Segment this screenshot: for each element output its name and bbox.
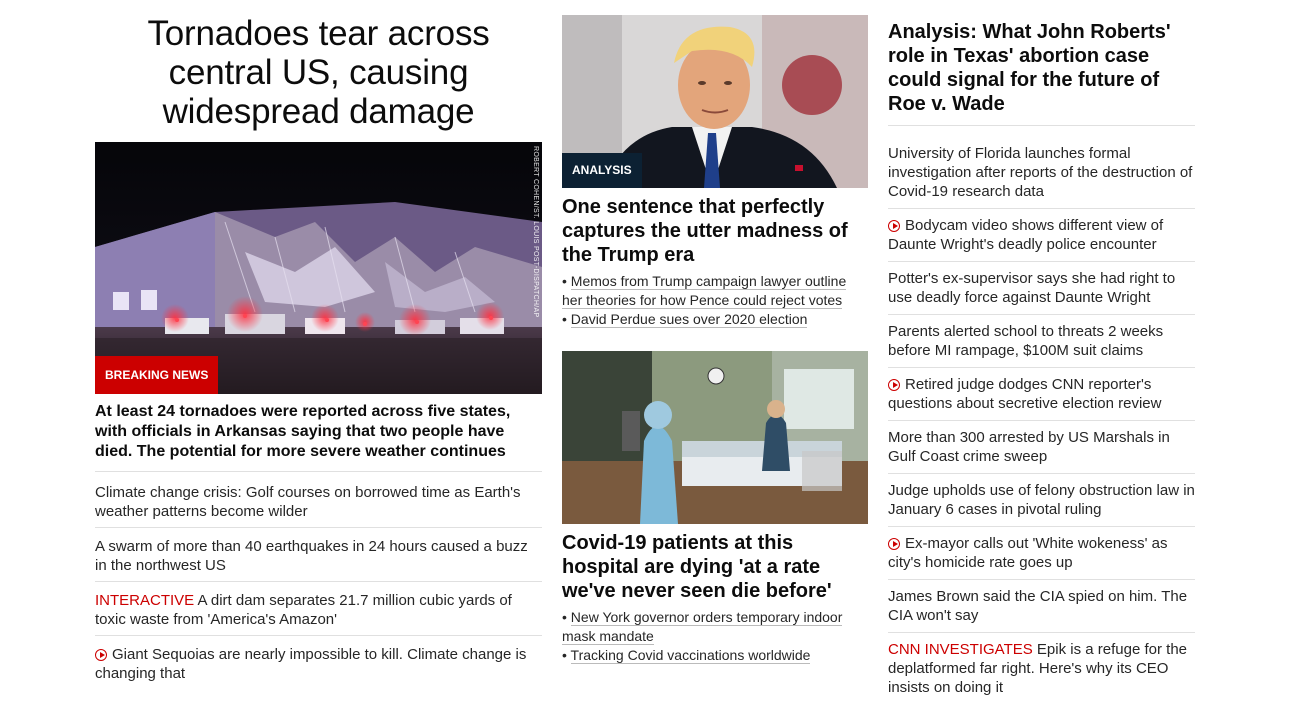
item-text: Potter's ex-supervisor says she had righ… (888, 270, 1176, 306)
trump-photo[interactable]: ANALYSIS (562, 15, 868, 188)
item-text: Giant Sequoias are nearly impossible to … (95, 646, 527, 682)
item-text: Retired judge dodges CNN reporter's ques… (888, 376, 1162, 412)
analysis-badge: ANALYSIS (562, 153, 642, 188)
covid-related-list: • New York governor orders temporary ind… (562, 608, 868, 665)
list-item[interactable]: Climate change crisis: Golf courses on b… (95, 474, 542, 528)
headlines-column: Analysis: What John Roberts' role in Tex… (888, 20, 1195, 696)
item-text: Ex-mayor calls out 'White wokeness' as c… (888, 535, 1168, 571)
list-item[interactable]: INTERACTIVE A dirt dam separates 21.7 mi… (95, 582, 542, 636)
item-text: James Brown said the CIA spied on him. T… (888, 588, 1188, 624)
item-text: New York governor orders temporary indoo… (562, 609, 843, 645)
lead-headline[interactable]: Tornadoes tear across central US, causin… (95, 14, 542, 131)
item-text: Parents alerted school to threats 2 week… (888, 323, 1164, 359)
hospital-room-image (562, 351, 868, 524)
list-item[interactable]: Judge upholds use of felony obstruction … (888, 474, 1195, 527)
item-text: Memos from Trump campaign lawyer outline… (562, 273, 847, 309)
item-text: More than 300 arrested by US Marshals in… (888, 429, 1170, 465)
list-item[interactable]: Parents alerted school to threats 2 week… (888, 315, 1195, 368)
breaking-news-badge: BREAKING NEWS (95, 356, 219, 394)
list-item[interactable]: Potter's ex-supervisor says she had righ… (888, 262, 1195, 315)
cnn-investigates-tag: CNN INVESTIGATES (888, 641, 1033, 658)
lead-summary-link[interactable]: At least 24 tornadoes were reported acro… (95, 402, 542, 472)
item-text: Bodycam video shows different view of Da… (888, 217, 1164, 253)
list-item[interactable]: Bodycam video shows different view of Da… (888, 209, 1195, 262)
list-item[interactable]: Ex-mayor calls out 'White wokeness' as c… (888, 527, 1195, 580)
list-item[interactable]: CNN INVESTIGATES Epik is a refuge for th… (888, 633, 1195, 704)
item-text: University of Florida launches formal in… (888, 145, 1193, 200)
covid-hospital-photo[interactable] (562, 351, 868, 524)
photo-credit: ROBERT COHEN/ST. LOUIS POST-DISPATCH/AP (532, 146, 539, 318)
trump-related-list: • Memos from Trump campaign lawyer outli… (562, 272, 868, 329)
list-item[interactable]: • New York governor orders temporary ind… (562, 608, 868, 646)
list-item[interactable]: University of Florida launches formal in… (888, 137, 1195, 209)
play-circle-icon (888, 538, 900, 550)
list-item[interactable]: • Tracking Covid vaccinations worldwide (562, 646, 868, 665)
tornado-hero-image[interactable]: ROBERT COHEN/ST. LOUIS POST-DISPATCH/AP … (95, 142, 542, 394)
list-item[interactable]: • David Perdue sues over 2020 election (562, 310, 868, 329)
list-item[interactable]: Giant Sequoias are nearly impossible to … (95, 636, 542, 689)
trump-era-headline[interactable]: One sentence that perfectly captures the… (562, 195, 868, 267)
roberts-analysis-headline[interactable]: Analysis: What John Roberts' role in Tex… (888, 20, 1195, 126)
play-circle-icon (888, 379, 900, 391)
covid-hospital-headline[interactable]: Covid-19 patients at this hospital are d… (562, 531, 868, 603)
item-text: Tracking Covid vaccinations worldwide (570, 647, 811, 664)
play-circle-icon (888, 220, 900, 232)
headlines-list: University of Florida launches formal in… (888, 137, 1195, 704)
lead-related-list: Climate change crisis: Golf courses on b… (95, 474, 542, 689)
list-item[interactable]: Retired judge dodges CNN reporter's ques… (888, 368, 1195, 421)
list-item[interactable]: James Brown said the CIA spied on him. T… (888, 580, 1195, 633)
list-item[interactable]: More than 300 arrested by US Marshals in… (888, 421, 1195, 474)
item-text: David Perdue sues over 2020 election (570, 311, 808, 328)
list-item[interactable]: A swarm of more than 40 earthquakes in 2… (95, 528, 542, 582)
interactive-tag: INTERACTIVE (95, 592, 195, 609)
list-item[interactable]: • Memos from Trump campaign lawyer outli… (562, 272, 868, 310)
item-text: Climate change crisis: Golf courses on b… (95, 484, 521, 520)
lead-story-column: Tornadoes tear across central US, causin… (95, 14, 542, 682)
item-text: Judge upholds use of felony obstruction … (888, 482, 1195, 518)
item-text: A swarm of more than 40 earthquakes in 2… (95, 538, 528, 574)
play-circle-icon (95, 649, 107, 661)
